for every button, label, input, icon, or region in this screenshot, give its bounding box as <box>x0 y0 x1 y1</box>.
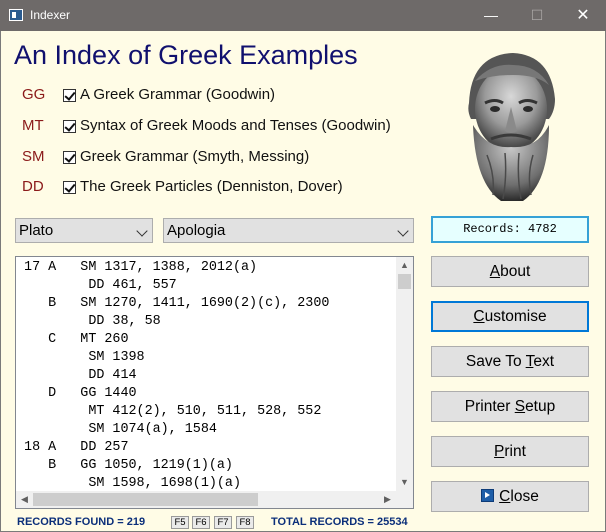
list-item[interactable]: SM 1074(a), 1584 <box>16 421 217 439</box>
vertical-scrollbar[interactable]: ▲ ▼ <box>396 257 413 491</box>
title-bar: Indexer — ☐ ✕ <box>0 0 606 31</box>
f8-key-indicator: F8 <box>236 516 254 529</box>
printer-setup-button-label-post: etup <box>525 398 556 415</box>
reference-checkbox[interactable] <box>63 89 76 102</box>
about-button-accesskey: A <box>489 263 501 280</box>
minimize-button[interactable]: — <box>468 0 514 31</box>
print-button-accesskey: P <box>494 443 505 460</box>
page-title: An Index of Greek Examples <box>14 40 358 70</box>
list-item[interactable]: DD 38, 58 <box>16 313 160 331</box>
list-item[interactable]: SM 1598, 1698(1)(a) <box>16 475 241 491</box>
close-button[interactable]: Close <box>431 481 589 512</box>
status-bar: RECORDS FOUND = 219 F5 F6 F7 F8 TOTAL RE… <box>0 512 606 532</box>
window-close-button[interactable]: ✕ <box>560 0 606 31</box>
reference-checkbox[interactable] <box>63 181 76 194</box>
horizontal-scrollbar[interactable]: ◀ ▶ <box>16 491 396 508</box>
scroll-down-icon[interactable]: ▼ <box>396 474 413 491</box>
list-item[interactable]: SM 1398 <box>16 349 144 367</box>
print-button-label-post: rint <box>504 443 526 460</box>
list-item[interactable]: DD 461, 557 <box>16 277 176 295</box>
list-item[interactable]: B GG 1050, 1219(1)(a) <box>16 457 233 475</box>
list-item[interactable]: DD 414 <box>16 367 136 385</box>
reference-label[interactable]: Syntax of Greek Moods and Tenses (Goodwi… <box>80 117 391 134</box>
close-button-accesskey: C <box>499 488 511 505</box>
customise-button[interactable]: Customise <box>431 301 589 332</box>
records-found-status: RECORDS FOUND = 219 <box>17 516 146 528</box>
chevron-down-icon <box>136 225 148 237</box>
close-button-label-post: lose <box>510 488 539 505</box>
horizontal-scroll-thumb[interactable] <box>33 493 258 506</box>
customise-button-accesskey: C <box>473 308 485 325</box>
reference-code: DD <box>22 178 44 195</box>
f6-key-indicator: F6 <box>192 516 210 529</box>
exit-arrow-icon <box>481 489 495 502</box>
work-select[interactable]: Apologia <box>163 218 414 243</box>
total-records-status: TOTAL RECORDS = 25534 <box>271 516 408 528</box>
app-icon <box>9 9 23 21</box>
maximize-button[interactable]: ☐ <box>514 0 560 31</box>
vertical-scroll-thumb[interactable] <box>398 274 411 289</box>
list-item[interactable]: MT 412(2), 510, 511, 528, 552 <box>16 403 321 421</box>
list-item[interactable]: 17 A SM 1317, 1388, 2012(a) <box>16 259 257 277</box>
save-to-text-button-label-pre: Save To <box>465 353 526 370</box>
reference-code: SM <box>22 148 45 165</box>
records-count-display: Records: 4782 <box>431 216 589 243</box>
save-to-text-button-label-post: ext <box>533 353 555 370</box>
printer-setup-button-label-pre: Printer <box>464 398 515 415</box>
author-select-value: Plato <box>19 222 54 239</box>
about-button[interactable]: About <box>431 256 589 287</box>
window-title: Indexer <box>30 8 71 22</box>
plato-portrait-image <box>451 45 567 203</box>
work-select-value: Apologia <box>167 222 226 239</box>
customise-button-label-post: ustomise <box>484 308 547 325</box>
reference-checkbox[interactable] <box>63 120 76 133</box>
print-button[interactable]: Print <box>431 436 589 467</box>
printer-setup-button-accesskey: S <box>514 398 526 415</box>
reference-label[interactable]: The Greek Particles (Denniston, Dover) <box>80 178 343 195</box>
list-item[interactable]: C MT 260 <box>16 331 128 349</box>
reference-code: MT <box>22 117 44 134</box>
list-item[interactable]: D GG 1440 <box>16 385 136 403</box>
scroll-left-icon[interactable]: ◀ <box>16 491 33 508</box>
printer-setup-button[interactable]: Printer Setup <box>431 391 589 422</box>
chevron-down-icon <box>397 225 409 237</box>
index-results-content: 17 A SM 1317, 1388, 2012(a) DD 461, 557 … <box>16 257 396 491</box>
author-select[interactable]: Plato <box>15 218 153 243</box>
reference-code: GG <box>22 86 46 103</box>
f5-key-indicator: F5 <box>171 516 189 529</box>
list-item[interactable]: B SM 1270, 1411, 1690(2)(c), 2300 <box>16 295 329 313</box>
about-button-label-post: bout <box>500 263 531 280</box>
reference-label[interactable]: Greek Grammar (Smyth, Messing) <box>80 148 309 165</box>
scroll-right-icon[interactable]: ▶ <box>379 491 396 508</box>
scroll-up-icon[interactable]: ▲ <box>396 257 413 274</box>
save-to-text-button[interactable]: Save To Text <box>431 346 589 377</box>
index-results-list[interactable]: 17 A SM 1317, 1388, 2012(a) DD 461, 557 … <box>15 256 414 509</box>
reference-checkbox[interactable] <box>63 151 76 164</box>
scrollbar-corner <box>396 491 413 508</box>
f7-key-indicator: F7 <box>214 516 232 529</box>
reference-label[interactable]: A Greek Grammar (Goodwin) <box>80 86 275 103</box>
list-item[interactable]: 18 A DD 257 <box>16 439 128 457</box>
